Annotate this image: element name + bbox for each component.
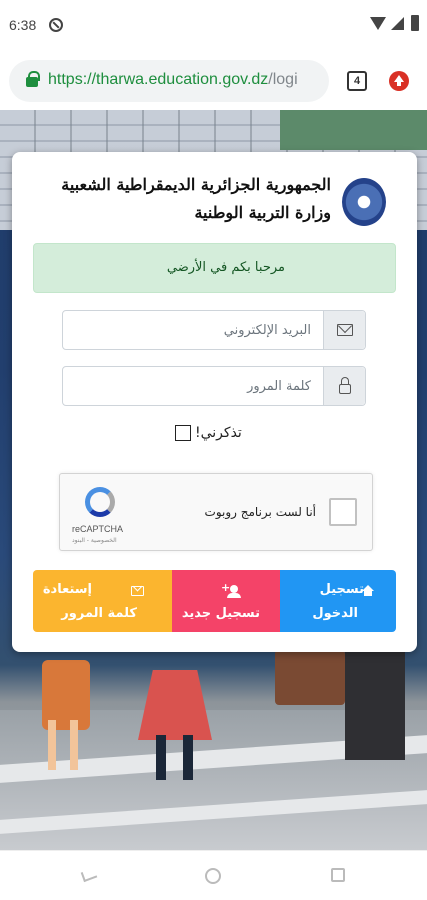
remember-me-checkbox[interactable] (175, 425, 191, 441)
url-path: /logi (268, 71, 298, 88)
status-time: 6:38 (9, 17, 37, 33)
password-addon (323, 367, 365, 405)
remember-me-label[interactable]: تذكرني! (195, 425, 242, 441)
email-field (62, 310, 366, 350)
header-ministry-title: وزارة التربية الوطنية (194, 203, 331, 222)
update-icon[interactable] (389, 71, 409, 91)
recents-icon[interactable] (331, 868, 345, 882)
url-text[interactable]: https://tharwa.education.gov.dz/logi (48, 71, 323, 89)
recaptcha-terms-link[interactable]: الخصوصية - البنود (72, 537, 117, 544)
remember-me[interactable]: تذكرني! (175, 425, 242, 441)
user-plus-icon (221, 581, 241, 598)
envelope-icon (131, 586, 144, 596)
figure-child-red-skirt (138, 670, 212, 740)
figure-bag (275, 650, 345, 705)
recaptcha-widget: أنا لست برنامج روبوت reCAPTCHA الخصوصية … (59, 473, 373, 551)
email-input[interactable] (63, 311, 323, 349)
system-nav-bar (0, 850, 427, 900)
recover-password-button[interactable]: إستعادة كلمة المرور (33, 570, 172, 632)
figure-adult (345, 650, 405, 760)
background-board (280, 110, 427, 150)
welcome-alert: مرحبا بكم في الأرضي (33, 243, 396, 293)
battery-icon (411, 15, 419, 31)
wifi-icon (370, 17, 386, 30)
ministry-emblem-icon (342, 178, 386, 226)
header-republic-title: الجمهورية الجزائرية الديمقراطية الشعبية (61, 175, 331, 194)
url-bar[interactable]: https://tharwa.education.gov.dz/logi (9, 60, 329, 102)
recaptcha-checkbox[interactable] (329, 498, 357, 526)
recover-button-label-1: إستعادة (42, 582, 92, 597)
status-bar: 6:38 (0, 0, 427, 52)
lock-icon[interactable] (26, 71, 40, 87)
email-addon (323, 311, 365, 349)
recover-button-label-2: كلمة المرور (61, 606, 137, 621)
back-icon[interactable] (80, 867, 98, 883)
password-input[interactable] (63, 367, 323, 405)
tab-switcher-button[interactable]: 4 (347, 71, 367, 91)
register-button-label: تسجيل جديد (181, 606, 260, 621)
home-nav-icon[interactable] (205, 868, 221, 884)
envelope-icon (337, 324, 353, 336)
recaptcha-label: أنا لست برنامج روبوت (204, 505, 316, 519)
password-field (62, 366, 366, 406)
recaptcha-brand: reCAPTCHA (72, 524, 124, 534)
login-button-label-2: الدخول (312, 606, 358, 621)
signal-icon (391, 17, 404, 30)
recaptcha-logo-icon (85, 487, 115, 517)
register-button[interactable]: تسجيل جديد (172, 570, 280, 632)
login-button[interactable]: تسجيل الدخول (280, 570, 396, 632)
do-not-disturb-icon (49, 18, 63, 32)
login-button-label-1: تسجيل (319, 582, 364, 597)
url-host: https://tharwa.education.gov.dz (48, 71, 269, 88)
lock-icon (339, 377, 351, 394)
welcome-text: مرحبا بكم في الأرضي (166, 260, 285, 275)
